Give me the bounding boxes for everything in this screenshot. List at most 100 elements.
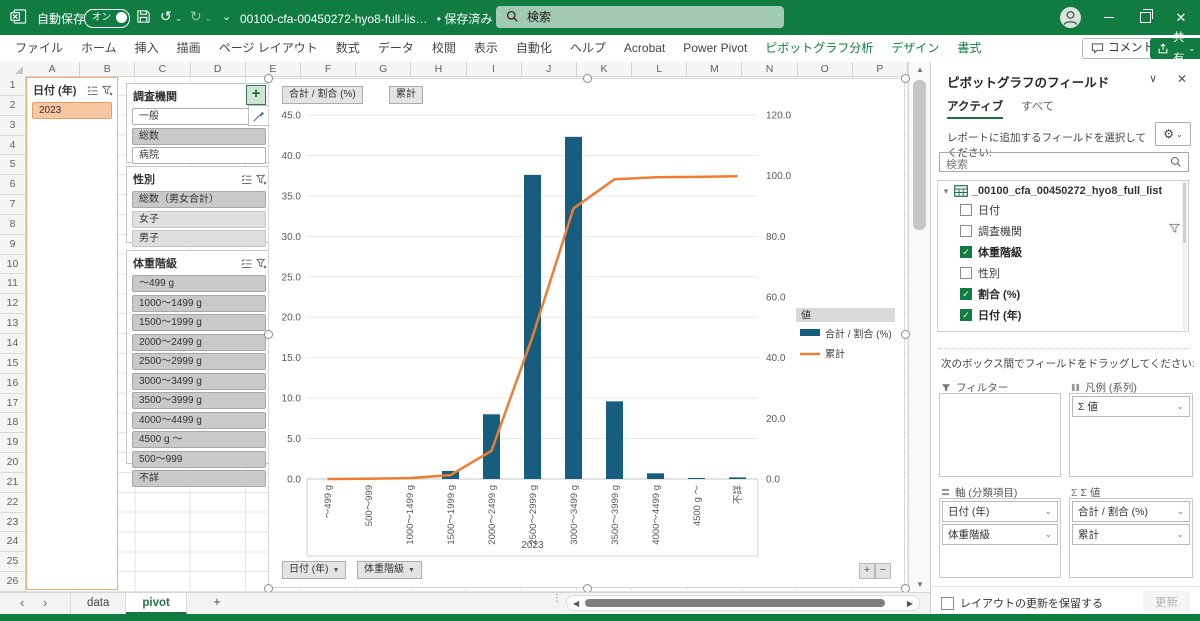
- field-checkbox[interactable]: ✓: [960, 309, 972, 321]
- row-header-2[interactable]: 2: [0, 96, 25, 116]
- row-header-9[interactable]: 9: [0, 235, 25, 255]
- ribbon-tab-13[interactable]: Power Pivot: [674, 35, 756, 61]
- select-all-corner[interactable]: [0, 62, 26, 77]
- bar-2500〜2999 g[interactable]: [524, 175, 541, 479]
- column-header-O[interactable]: O: [798, 62, 853, 76]
- account-avatar[interactable]: [1060, 7, 1081, 28]
- slicer-item-女子[interactable]: 女子: [132, 211, 266, 228]
- axis-area-box[interactable]: 日付 (年)⌄体重階級⌄: [939, 498, 1061, 578]
- defer-layout-checkbox[interactable]: [941, 597, 954, 610]
- chart-field-button-values2[interactable]: 累計: [389, 86, 423, 104]
- new-sheet-button[interactable]: +: [207, 594, 227, 609]
- ribbon-tab-1[interactable]: ファイル: [6, 35, 72, 61]
- table-row[interactable]: ▼ _00100_cfa_00450272_hyo8_full_list: [938, 181, 1188, 199]
- ribbon-tab-2[interactable]: ホーム: [72, 35, 126, 61]
- row-header-12[interactable]: 12: [0, 294, 25, 314]
- column-header-F[interactable]: F: [301, 62, 356, 76]
- area-field-合計 / 割合 (%)[interactable]: 合計 / 割合 (%)⌄: [1072, 501, 1190, 522]
- row-header-20[interactable]: 20: [0, 453, 25, 473]
- collapse-icon[interactable]: ▼: [942, 187, 950, 196]
- dropdown-caret-icon[interactable]: ⌄: [1176, 529, 1184, 540]
- multiselect-icon[interactable]: [87, 85, 98, 96]
- scroll-up-icon[interactable]: ▲: [909, 65, 931, 74]
- row-header-13[interactable]: 13: [0, 314, 25, 334]
- field-checkbox[interactable]: [960, 267, 972, 279]
- row-header-15[interactable]: 15: [0, 354, 25, 374]
- field-list-scrollbar[interactable]: [1182, 182, 1187, 330]
- vertical-scrollbar[interactable]: ▲ ▼: [908, 62, 931, 592]
- column-header-N[interactable]: N: [742, 62, 797, 76]
- field-filter-icon[interactable]: [1169, 223, 1180, 234]
- row-header-16[interactable]: 16: [0, 374, 25, 394]
- field-row-体重階級[interactable]: ✓体重階級: [938, 241, 1188, 262]
- slicer-item-500〜999[interactable]: 500〜999: [132, 451, 266, 468]
- fields-search-box[interactable]: 検索: [939, 152, 1189, 172]
- row-header-19[interactable]: 19: [0, 433, 25, 453]
- slicer-sex[interactable]: 性別 総数（男女合計）女子男子: [126, 166, 272, 243]
- update-button[interactable]: 更新: [1143, 591, 1190, 613]
- sheet-tab-data[interactable]: data: [70, 593, 126, 614]
- ribbon-tab-10[interactable]: 自動化: [507, 35, 561, 61]
- chart-handle-n[interactable]: [583, 74, 592, 83]
- chart-field-button-weight[interactable]: 体重階級▼: [357, 561, 422, 579]
- excel-logo-icon[interactable]: [10, 8, 27, 25]
- row-header-1[interactable]: 1: [0, 76, 25, 96]
- bar-3000〜3499 g[interactable]: [565, 137, 582, 479]
- slicer-date[interactable]: 日付 (年) 2023: [26, 77, 118, 590]
- slicer-item-総数[interactable]: 総数: [132, 128, 266, 145]
- ribbon-tab-6[interactable]: 数式: [327, 35, 369, 61]
- slicer-item-〜499 g[interactable]: 〜499 g: [132, 275, 266, 292]
- ribbon-tab-11[interactable]: ヘルプ: [561, 35, 615, 61]
- field-checkbox[interactable]: [960, 225, 972, 237]
- row-header-6[interactable]: 6: [0, 175, 25, 195]
- share-button[interactable]: 共有 ⌄: [1150, 38, 1200, 59]
- sheet-tab-pivot[interactable]: pivot: [126, 593, 186, 614]
- ribbon-tab-4[interactable]: 描画: [168, 35, 210, 61]
- format-brush-icon[interactable]: [248, 105, 269, 126]
- horizontal-scroll-thumb[interactable]: [585, 599, 885, 607]
- chart-handle-w[interactable]: [264, 330, 273, 339]
- column-header-P[interactable]: P: [853, 62, 908, 76]
- multiselect-icon[interactable]: [241, 258, 252, 269]
- minimize-button[interactable]: [1094, 0, 1124, 35]
- area-field-日付 (年)[interactable]: 日付 (年)⌄: [942, 501, 1058, 522]
- slicer-item-3000〜3499 g[interactable]: 3000〜3499 g: [132, 373, 266, 390]
- column-header-E[interactable]: E: [246, 62, 301, 76]
- ribbon-tab-7[interactable]: データ: [369, 35, 423, 61]
- pivot-chart[interactable]: 0.05.010.015.020.025.030.035.040.045.00.…: [268, 78, 905, 588]
- field-checkbox[interactable]: [960, 204, 972, 216]
- ribbon-tab-12[interactable]: Acrobat: [615, 35, 674, 61]
- slicer-item-2023[interactable]: 2023: [32, 102, 112, 119]
- column-header-J[interactable]: J: [522, 62, 577, 76]
- dropdown-caret-icon[interactable]: ⌄: [1176, 401, 1184, 412]
- slicer-item-病院[interactable]: 病院: [132, 147, 266, 164]
- autosave-toggle[interactable]: オン: [84, 9, 130, 28]
- chart-zoom-in-button[interactable]: +: [859, 563, 875, 579]
- ribbon-tab-14[interactable]: ピボットグラフ分析: [756, 35, 882, 61]
- ribbon-tab-16[interactable]: 書式: [948, 35, 990, 61]
- field-row-日付 (年)[interactable]: ✓日付 (年): [938, 304, 1188, 325]
- scroll-left-icon[interactable]: ◀: [573, 599, 579, 608]
- row-header-3[interactable]: 3: [0, 116, 25, 136]
- area-field-Σ 値[interactable]: Σ 値⌄: [1072, 396, 1190, 417]
- multiselect-icon[interactable]: [241, 174, 252, 185]
- row-header-4[interactable]: 4: [0, 136, 25, 156]
- column-header-D[interactable]: D: [191, 62, 246, 76]
- filters-area-box[interactable]: [939, 393, 1061, 477]
- column-header-M[interactable]: M: [687, 62, 742, 76]
- row-header-25[interactable]: 25: [0, 552, 25, 572]
- scroll-right-icon[interactable]: ▶: [907, 599, 913, 608]
- row-header-23[interactable]: 23: [0, 513, 25, 533]
- slicer-item-1500〜1999 g[interactable]: 1500〜1999 g: [132, 314, 266, 331]
- bar-不詳[interactable]: [729, 477, 746, 479]
- chart-handle-nw[interactable]: [264, 74, 273, 83]
- clear-filter-icon[interactable]: [256, 258, 267, 269]
- pane-close-icon[interactable]: ✕: [1177, 72, 1187, 86]
- row-header-18[interactable]: 18: [0, 413, 25, 433]
- chart-field-button-values1[interactable]: 合計 / 割合 (%): [282, 86, 363, 104]
- row-header-14[interactable]: 14: [0, 334, 25, 354]
- slicer-item-総数（男女合計）[interactable]: 総数（男女合計）: [132, 191, 266, 208]
- redo-icon[interactable]: ↻⌄: [190, 8, 212, 25]
- row-header-24[interactable]: 24: [0, 532, 25, 552]
- tab-all[interactable]: すべて: [1021, 98, 1054, 114]
